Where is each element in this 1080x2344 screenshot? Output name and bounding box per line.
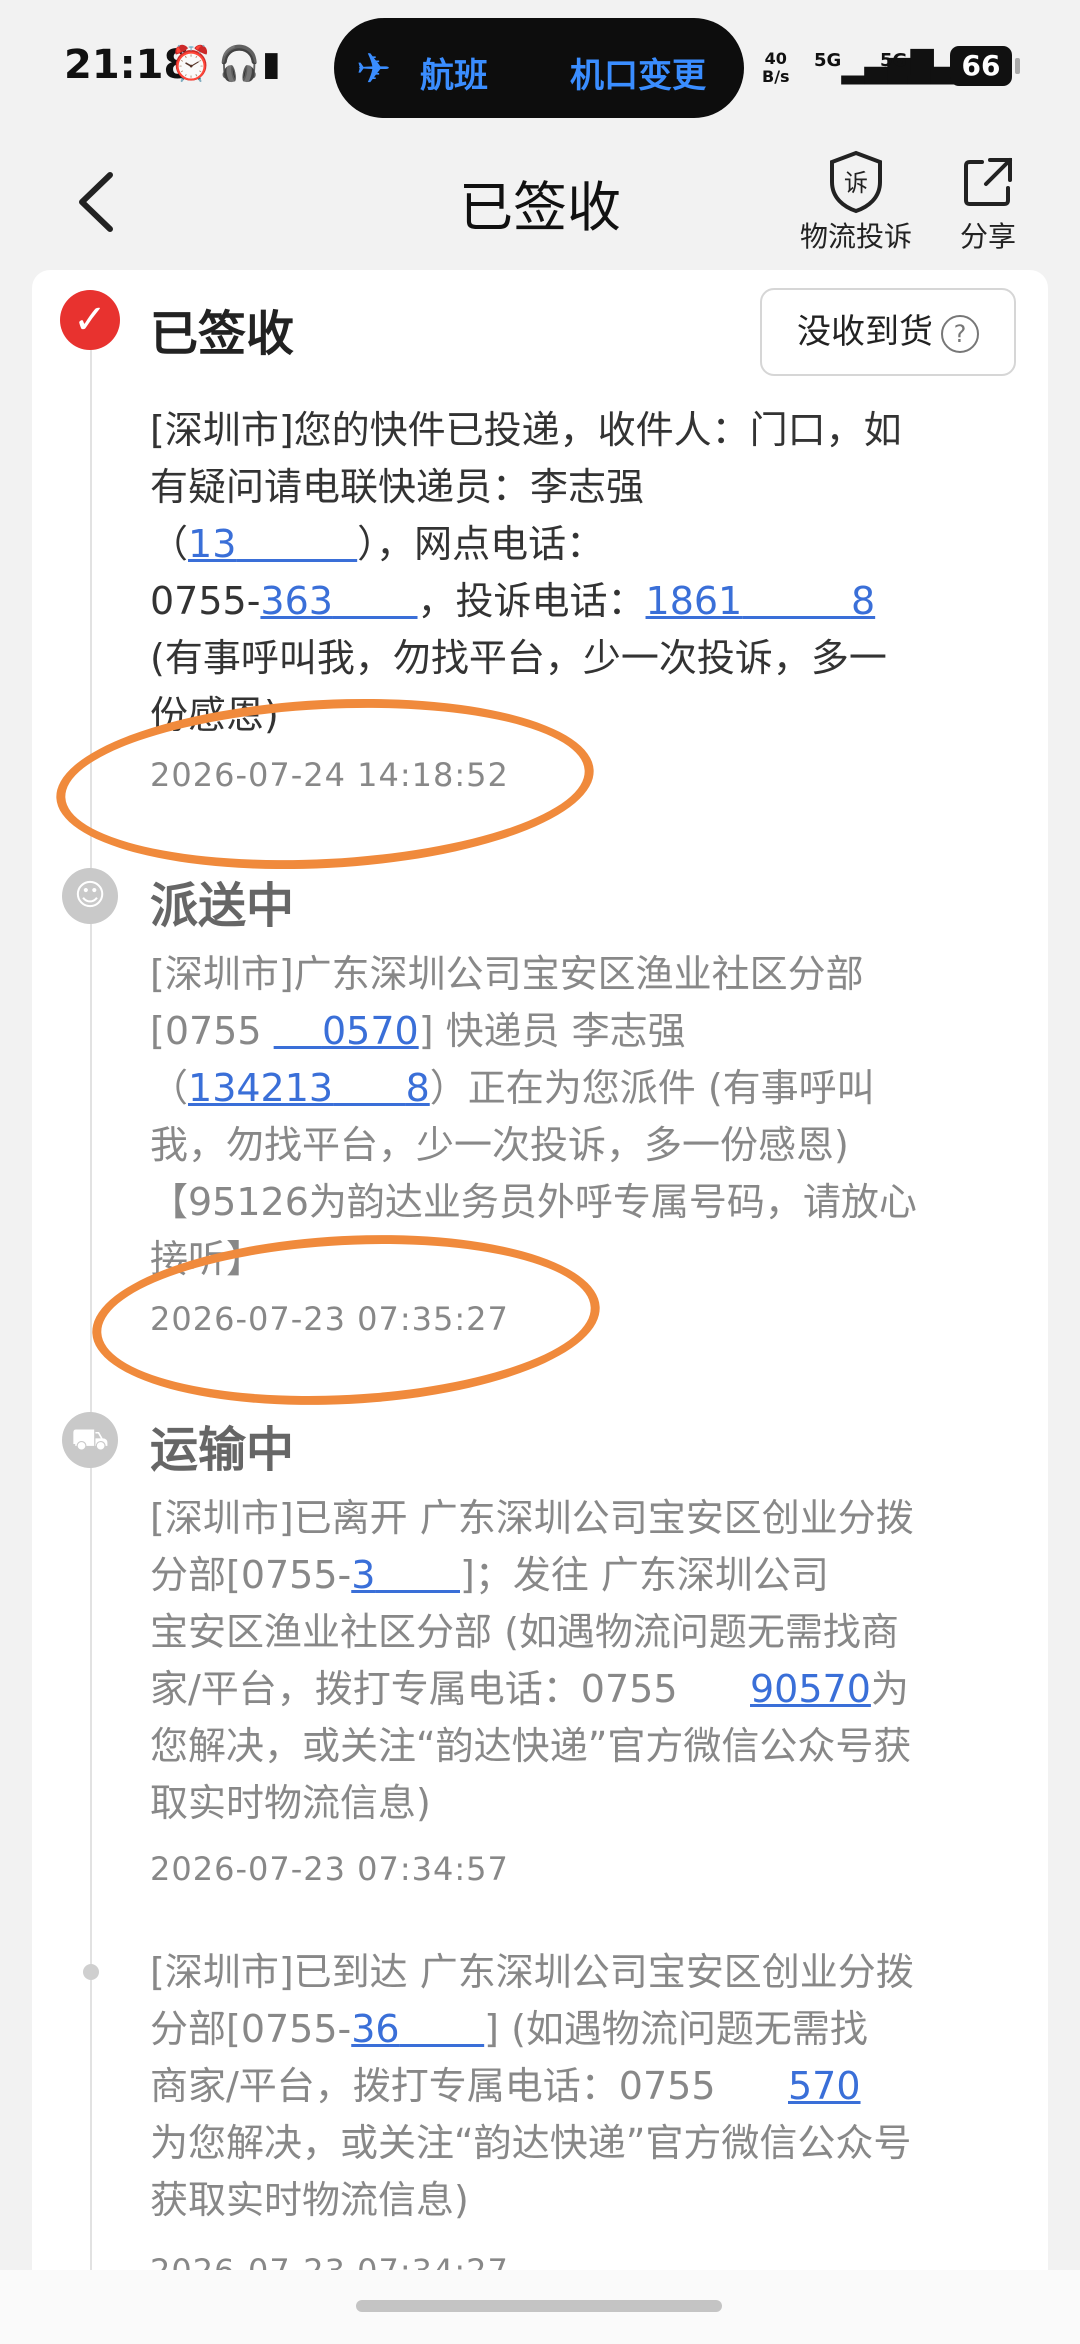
courier-phone-link-2[interactable]: 134213 8	[188, 1066, 430, 1110]
event-desc-out-for-delivery: [深圳市]广东深圳公司宝安区渔业社区分部 [0755 0570] 快递员 李志强…	[150, 952, 917, 1281]
event-time-in-transit: 2026-07-23 07:34:57	[150, 1850, 509, 1888]
timeline-dot	[83, 1964, 99, 1980]
complaint-phone-link[interactable]: 1861 8	[646, 579, 876, 623]
status-bar: 21:18 ⏰ 🎧 ▮ ✈ 航班 机口变更 40 B/s 5G▂▄▆█ 5G▂▄…	[0, 0, 1080, 135]
headphones-icon: 🎧	[218, 44, 267, 84]
svg-text:诉: 诉	[844, 169, 868, 197]
share-button[interactable]: 分享	[940, 145, 1036, 255]
page-title: 已签收	[459, 176, 621, 239]
event-title-delivered: 已签收	[150, 306, 295, 362]
tracking-timeline-card: ✓ 已签收 没收到货? [深圳市]您的快件已投递，收件人：门口，如 有疑问请电联…	[32, 270, 1048, 2310]
share-icon	[940, 145, 1036, 215]
station-phone-link[interactable]: 363	[260, 579, 417, 623]
island-gate-change-label: 机口变更	[570, 56, 706, 96]
logistics-complaint-button[interactable]: 诉 物流投诉	[796, 145, 916, 255]
island-flight-label: 航班	[420, 56, 488, 96]
event-desc-in-transit: [深圳市]已离开 广东深圳公司宝安区创业分拨 分部[0755-3 ]；发往 广东…	[150, 1496, 914, 1825]
courier-phone-link[interactable]: 13	[188, 522, 357, 566]
logistics-complaint-label: 物流投诉	[799, 220, 912, 253]
event-time-delivered: 2026-07-24 14:18:52	[150, 756, 509, 794]
event-title-in-transit: 运输中	[150, 1422, 295, 1478]
hub-phone-link-2[interactable]: 36	[351, 2007, 484, 2051]
complaint-shield-icon: 诉	[796, 145, 916, 215]
home-indicator[interactable]	[356, 2300, 722, 2312]
truck-icon: ⛟	[62, 1412, 118, 1468]
battery-icon: 66	[950, 46, 1020, 86]
hotline-phone-link-2[interactable]: 570	[788, 2064, 861, 2108]
station-phone-link-2[interactable]: 0570	[274, 1009, 419, 1053]
airplane-icon: ✈	[356, 44, 392, 93]
share-label: 分享	[959, 220, 1016, 253]
hotline-phone-link[interactable]: 90570	[750, 1667, 871, 1711]
alarm-icon: ⏰	[170, 44, 219, 84]
timeline-line	[90, 330, 92, 2310]
courier-scooter-icon: ☺	[62, 868, 118, 924]
event-title-out-for-delivery: 派送中	[150, 878, 295, 934]
event-desc-arrived: [深圳市]已到达 广东深圳公司宝安区创业分拨 分部[0755-36 ] (如遇物…	[150, 1950, 914, 2222]
not-received-button[interactable]: 没收到货?	[760, 288, 1016, 376]
delivered-check-icon: ✓	[60, 290, 120, 350]
network-speed: 40 B/s	[762, 49, 790, 86]
event-desc-delivered: [深圳市]您的快件已投递，收件人：门口，如 有疑问请电联快递员：李志强 （13 …	[150, 408, 902, 737]
nav-bar: 已签收 诉 物流投诉 分享	[0, 135, 1080, 275]
dynamic-island-flight-alert[interactable]: ✈ 航班 机口变更	[334, 18, 744, 118]
hub-phone-link[interactable]: 3	[351, 1553, 460, 1597]
help-icon: ?	[941, 314, 979, 353]
event-time-out-for-delivery: 2026-07-23 07:35:27	[150, 1300, 509, 1338]
phone-battery-icon: ▮	[262, 44, 287, 84]
